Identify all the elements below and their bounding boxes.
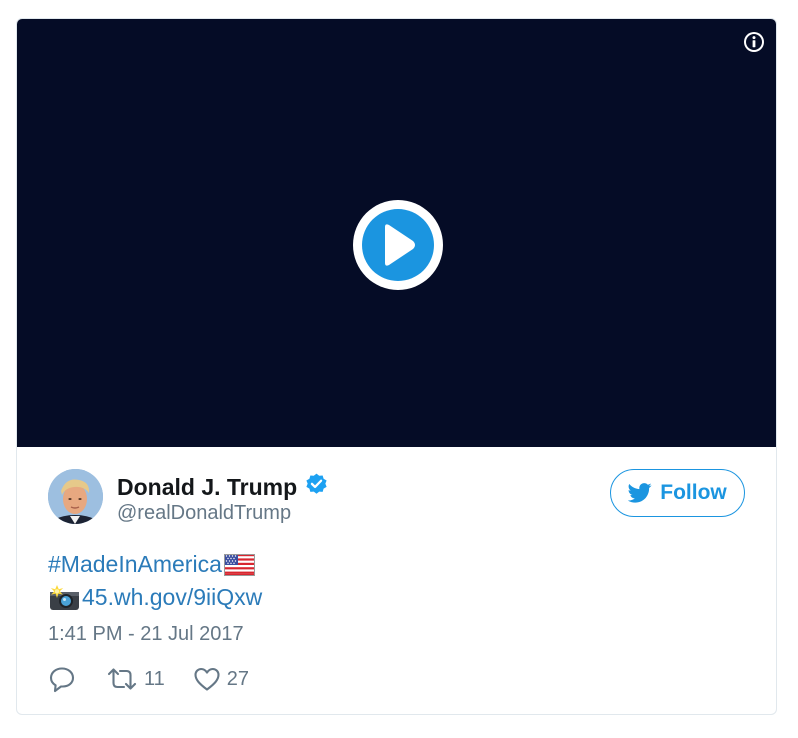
tweet-text-line-2: 45.wh.gov/9iiQxw (48, 584, 262, 611)
tweet-card: Donald J. Trump @realDonaldTrump Follow … (16, 18, 777, 715)
twitter-bird-icon (628, 483, 652, 503)
tweet-text-line-1: #MadeInAmerica (48, 551, 255, 578)
verified-icon (304, 472, 329, 497)
us-flag-icon (223, 553, 255, 576)
tweet-actions: 11 27 (48, 665, 249, 693)
tweet-timestamp[interactable]: 1:41 PM - 21 Jul 2017 (48, 623, 244, 646)
reply-icon (49, 667, 75, 693)
author-name-text: Donald J. Trump (117, 474, 298, 500)
hashtag-link[interactable]: #MadeInAmerica (48, 551, 222, 578)
author-handle[interactable]: @realDonaldTrump (117, 502, 291, 525)
video-player[interactable] (17, 19, 776, 447)
reply-button[interactable] (48, 665, 76, 693)
retweet-icon (107, 668, 137, 690)
camera-flash-icon (48, 584, 81, 611)
avatar[interactable] (48, 469, 103, 524)
retweet-button[interactable]: 11 (106, 666, 165, 692)
info-icon[interactable] (743, 31, 765, 53)
retweet-count: 11 (144, 667, 165, 690)
like-count: 27 (226, 667, 250, 690)
author-name[interactable]: Donald J. Trump (117, 472, 329, 501)
play-button[interactable] (353, 200, 443, 290)
like-button[interactable]: 27 (193, 666, 249, 692)
play-icon (385, 224, 415, 266)
tweet-body: Donald J. Trump @realDonaldTrump Follow … (17, 447, 776, 714)
heart-icon (194, 667, 220, 691)
follow-button[interactable]: Follow (610, 469, 745, 517)
tweet-link[interactable]: 45.wh.gov/9iiQxw (82, 584, 262, 611)
follow-button-label: Follow (660, 481, 727, 504)
